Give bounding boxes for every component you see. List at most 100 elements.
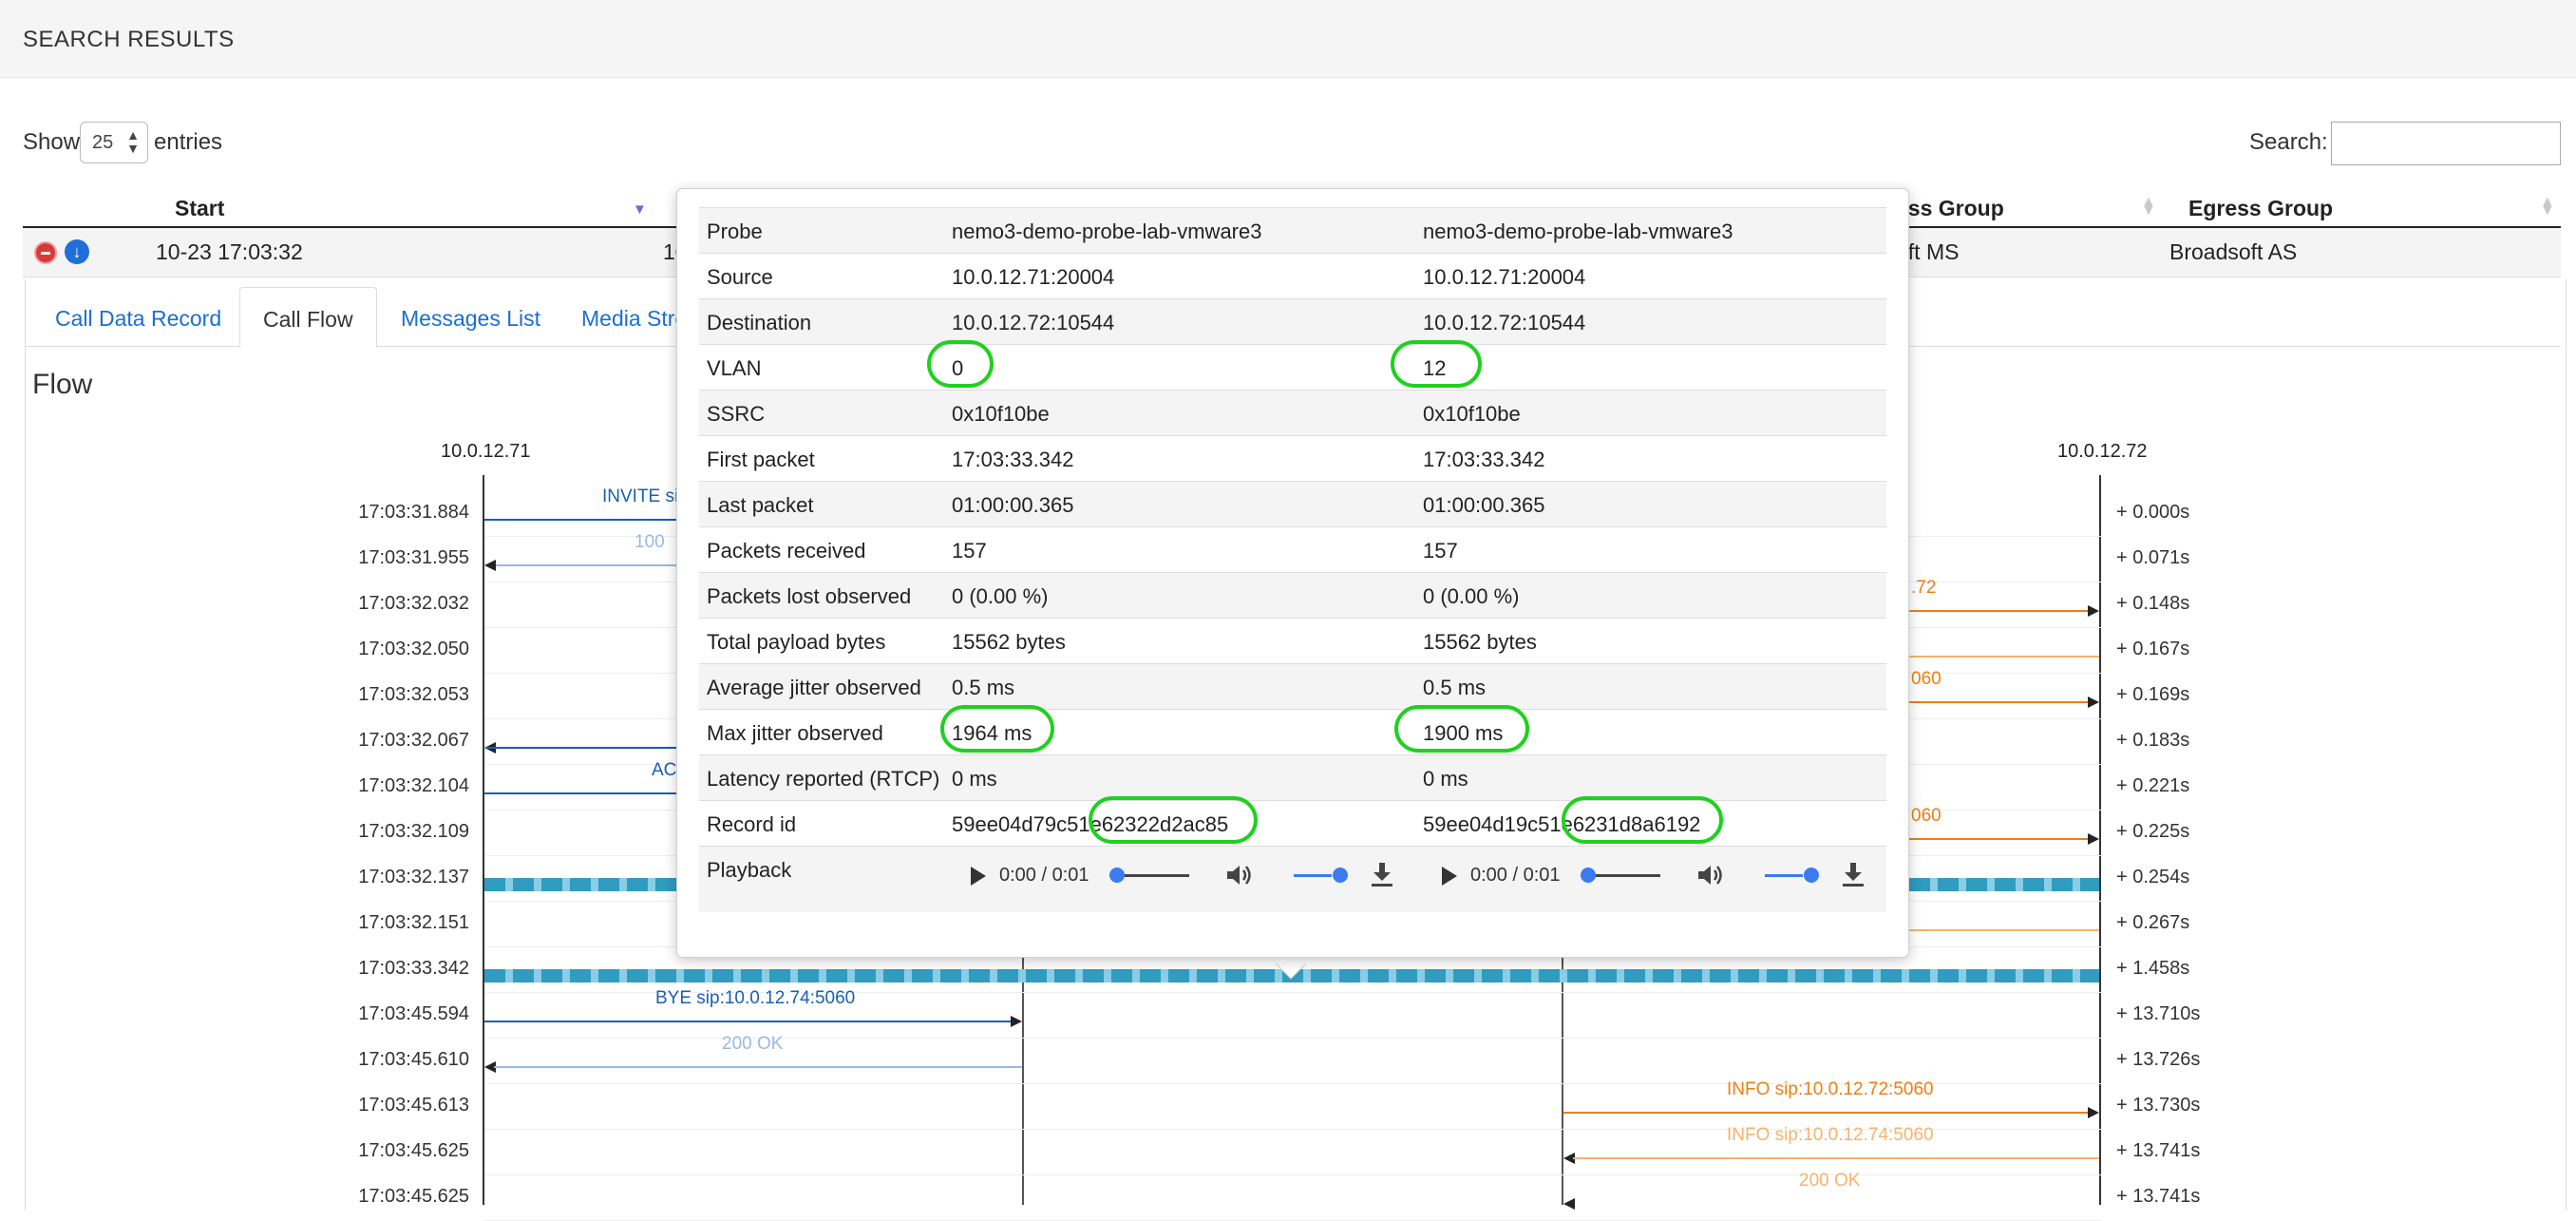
search-input[interactable]: [2331, 122, 2561, 165]
popup-row-value-b: 10.0.12.71:20004: [1423, 265, 1586, 289]
trying-arrow: [486, 564, 676, 566]
popup-row-value-a: 0 (0.00 %): [952, 584, 1049, 608]
highlight-max-jitter-a: [940, 705, 1054, 753]
page-size-select[interactable]: 25 ▲ ▼: [80, 122, 148, 163]
column-egress-group[interactable]: Egress Group: [2188, 196, 2333, 221]
flow-timestamp: 17:03:45.625: [358, 1140, 469, 1161]
popup-row-value-b: 17:03:33.342: [1423, 448, 1545, 471]
popup-row-value-a: 15562 bytes: [952, 630, 1066, 654]
play-icon[interactable]: [971, 867, 986, 886]
popup-row: Probe nemo3-demo-probe-lab-vmware3 nemo3-d…: [699, 207, 1886, 253]
ok-info-message: 200 OK: [1799, 1171, 1861, 1191]
popup-row-value-b: nemo3-demo-probe-lab-vmware3: [1423, 219, 1733, 243]
invite-arrow: [484, 519, 676, 521]
seek-bar-b[interactable]: [1584, 874, 1660, 877]
popup-row-value-a: 0.5 ms: [952, 676, 1015, 699]
ok-bye-message: 200 OK: [722, 1034, 784, 1054]
popup-row-value-b: 0 (0.00 %): [1423, 584, 1520, 608]
info2-arrow: [1573, 1157, 2099, 1159]
highlight-vlan-a: [927, 340, 994, 388]
info1-arrow: [1563, 1112, 2090, 1114]
flow-delta: + 0.183s: [2116, 730, 2190, 751]
flow-timestamp: 17:03:45.594: [358, 1003, 469, 1024]
bye-message: BYE sip:10.0.12.74:5060: [655, 988, 856, 1008]
popup-row-value-a: 0 ms: [952, 767, 997, 791]
popup-row: Average jitter observed 0.5 ms 0.5 ms: [699, 663, 1886, 709]
seek-knob-a[interactable]: [1109, 868, 1125, 883]
seek-knob-b[interactable]: [1581, 868, 1596, 883]
media-stream-bar[interactable]: [484, 878, 676, 891]
popup-row: Packets lost observed 0 (0.00 %) 0 (0.00 %…: [699, 572, 1886, 618]
popup-row: VLAN 0 12: [699, 344, 1886, 390]
right-message-225: 060: [1911, 806, 1941, 826]
popup-row: First packet 17:03:33.342 17:03:33.342: [699, 435, 1886, 481]
search-label: Search:: [2249, 129, 2328, 155]
popup-row-label: Latency reported (RTCP): [707, 767, 940, 791]
download-icon[interactable]: [1841, 861, 1866, 887]
flow-timestamp: 17:03:31.884: [358, 502, 469, 523]
popup-row-value-a: 10.0.12.72:10544: [952, 311, 1115, 334]
column-ingress-group[interactable]: ess Group: [1896, 196, 2004, 221]
host-right-label: 10.0.12.72: [2057, 441, 2148, 462]
popup-row-label: Packets received: [707, 539, 866, 563]
arrowhead-right: [1011, 1016, 1022, 1027]
volume-slider-a[interactable]: [1294, 874, 1332, 877]
flow-timestamp: 17:03:33.342: [358, 958, 469, 979]
arrowhead-right: [2088, 1107, 2099, 1118]
popup-row-label: First packet: [707, 448, 815, 471]
popup-row-value-b: 0x10f10be: [1423, 402, 1521, 426]
volume-knob-b[interactable]: [1803, 868, 1819, 883]
invite-message: INVITE si: [602, 486, 679, 506]
arrow-left-183: [486, 747, 676, 749]
column-start[interactable]: Start: [175, 196, 224, 221]
tab-call-data-record[interactable]: Call Data Record: [32, 287, 244, 348]
download-icon[interactable]: [1370, 861, 1394, 887]
volume-knob-a[interactable]: [1332, 868, 1348, 883]
media-stream-bar[interactable]: [1909, 878, 2099, 891]
highlight-vlan-b: [1391, 340, 1482, 388]
arrowhead-right: [2088, 833, 2099, 845]
flow-timestamp: 17:03:45.613: [358, 1095, 469, 1116]
arrowhead-left: [484, 560, 496, 571]
popup-row-label: SSRC: [707, 402, 766, 426]
remove-icon[interactable]: [34, 241, 57, 264]
popup-row: Max jitter observed 1964 ms 1900 ms: [699, 709, 1886, 754]
select-arrows-icon: ▲ ▼: [126, 127, 140, 156]
highlight-record-id-a: [1089, 796, 1258, 844]
cell-egress-group: Broadsoft AS: [2169, 239, 2298, 264]
ack-arrow: [484, 792, 676, 794]
info1-message: INFO sip:10.0.12.72:5060: [1727, 1079, 1934, 1099]
lifeline-middle-1: [1022, 950, 1024, 1205]
popup-row-label: Record id: [707, 812, 797, 836]
tab-call-flow[interactable]: Call Flow: [239, 287, 377, 348]
lifeline-left: [483, 475, 484, 1205]
entries-label: entries: [154, 129, 223, 155]
player-time-a: 0:00 / 0:01: [999, 865, 1089, 886]
popup-row-value-a: nemo3-demo-probe-lab-vmware3: [952, 219, 1262, 243]
play-icon[interactable]: [1442, 867, 1457, 886]
trying-message: 100: [635, 532, 665, 552]
bye-arrow: [484, 1021, 1013, 1022]
popup-row-value-b: 01:00:00.365: [1423, 493, 1545, 517]
volume-slider-b[interactable]: [1765, 874, 1803, 877]
arrowhead-left: [1563, 1198, 1575, 1210]
popup-row-label: Source: [707, 265, 773, 289]
flow-delta: + 0.221s: [2116, 775, 2190, 796]
right-arrow-148: [1909, 610, 2095, 612]
popup-row-value-a: 0x10f10be: [952, 402, 1050, 426]
popup-row-value-a: 17:03:33.342: [952, 448, 1074, 471]
download-circle-icon[interactable]: ↓: [65, 239, 89, 264]
sort-both-icon: ▲ ▼: [2540, 194, 2555, 219]
flow-timestamp: 17:03:45.610: [358, 1049, 469, 1070]
volume-icon[interactable]: [1225, 863, 1254, 887]
volume-icon[interactable]: [1696, 863, 1725, 887]
popup-row-value-b: 10.0.12.72:10544: [1423, 311, 1586, 334]
flow-delta: + 13.741s: [2116, 1140, 2201, 1161]
flow-title: Flow: [32, 369, 93, 400]
tab-messages-list[interactable]: Messages List: [378, 287, 563, 348]
seek-bar-a[interactable]: [1113, 874, 1189, 877]
flow-timestamp: 17:03:32.050: [358, 639, 469, 659]
popup-row: Packets received 157 157: [699, 526, 1886, 572]
popup-row-value-a: 10.0.12.71:20004: [952, 265, 1115, 289]
show-label: Show: [23, 129, 81, 155]
